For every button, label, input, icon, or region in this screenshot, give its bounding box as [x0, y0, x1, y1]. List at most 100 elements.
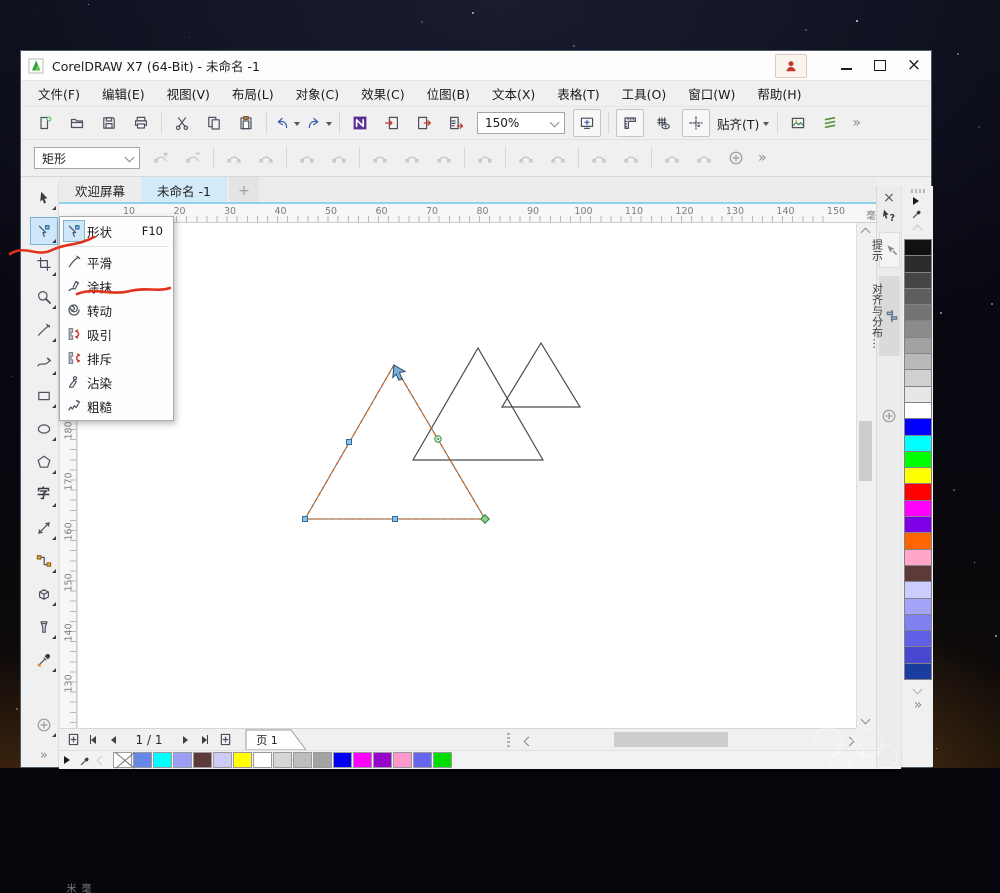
drawing-canvas[interactable]	[77, 223, 857, 728]
menu-item-3[interactable]: 布局(L)	[221, 80, 285, 107]
page-tab[interactable]: 页 1	[245, 729, 309, 751]
flyout-item-转动[interactable]: 转动	[60, 298, 173, 322]
open-folder-button[interactable]	[64, 110, 90, 136]
flyout-item-吸引[interactable]: 吸引	[60, 322, 173, 346]
triangle-3[interactable]	[502, 343, 580, 407]
tab-untitled-1[interactable]: 未命名 -1	[141, 177, 227, 204]
color-swatch-#7d00e6[interactable]	[904, 516, 932, 533]
app-launcher-button[interactable]	[817, 110, 843, 136]
add-tool-button[interactable]	[31, 712, 57, 738]
menu-item-6[interactable]: 位图(B)	[416, 80, 481, 107]
menu-item-1[interactable]: 编辑(E)	[91, 80, 156, 107]
toolbar-overflow-button[interactable]: »	[852, 115, 860, 131]
flyout-item-平滑[interactable]: 平滑	[60, 250, 173, 274]
show-rulers-button[interactable]	[616, 109, 644, 137]
show-grid-button[interactable]	[650, 110, 676, 136]
scroll-down-button[interactable]	[857, 712, 874, 728]
eyedropper-icon[interactable]	[911, 207, 924, 220]
color-swatch-#ffff00[interactable]	[904, 467, 932, 484]
selected-triangle[interactable]	[305, 365, 485, 519]
color-swatch-#ffffff[interactable]	[253, 752, 272, 768]
color-swatch-#ffff00[interactable]	[233, 752, 252, 768]
minimize-button[interactable]	[829, 51, 863, 80]
corel-connect-button[interactable]	[347, 110, 373, 136]
curve-node[interactable]	[303, 517, 308, 522]
menu-item-9[interactable]: 工具(O)	[611, 80, 678, 107]
flyout-item-沾染[interactable]: 沾染	[60, 370, 173, 394]
add-page-button[interactable]	[63, 731, 83, 749]
fullscreen-preview-button[interactable]	[573, 109, 601, 137]
color-swatch-#00dd00[interactable]	[433, 752, 452, 768]
title-bar[interactable]: CorelDRAW X7 (64-Bit) - 未命名 -1 ×	[21, 51, 931, 81]
color-swatch-#ff99cc[interactable]	[393, 752, 412, 768]
new-document-button[interactable]	[32, 110, 58, 136]
color-swatch-#00ff00[interactable]	[904, 451, 932, 468]
color-swatch-#2c2c2c[interactable]	[904, 255, 932, 272]
ellipse-tool[interactable]	[31, 416, 57, 442]
color-swatch-#4747cf[interactable]	[904, 646, 932, 663]
menu-item-11[interactable]: 帮助(H)	[746, 80, 812, 107]
menu-item-8[interactable]: 表格(T)	[546, 80, 610, 107]
color-swatch-#ccccf5[interactable]	[213, 752, 232, 768]
artistic-media-tool[interactable]	[31, 350, 57, 376]
last-page-button[interactable]	[195, 731, 215, 749]
pdf-export-button[interactable]	[443, 110, 469, 136]
color-swatch-#ff00ff[interactable]	[353, 752, 372, 768]
scroll-left-button[interactable]	[518, 732, 538, 750]
close-button[interactable]: ×	[897, 51, 931, 80]
color-swatch-#b9b9b9[interactable]	[904, 353, 932, 370]
color-swatch-#5c3a38[interactable]	[904, 565, 932, 582]
color-swatch-#9900cc[interactable]	[373, 752, 392, 768]
color-swatch-#ccccff[interactable]	[904, 581, 932, 598]
flyout-item-排斥[interactable]: 排斥	[60, 346, 173, 370]
color-swatch-#0000ff[interactable]	[904, 418, 932, 435]
docker-tab-align-distribute[interactable]: 对齐与分布…	[879, 276, 900, 356]
color-swatch-#a3a3a3[interactable]	[313, 752, 332, 768]
vertical-scroll-thumb[interactable]	[859, 421, 872, 481]
scroll-right-button[interactable]	[839, 732, 859, 750]
add-page-button-2[interactable]	[215, 731, 235, 749]
palette-flyout-arrow-icon[interactable]	[64, 756, 74, 764]
help-cursor-icon[interactable]: ?	[881, 208, 897, 224]
palette-scroll-left[interactable]	[97, 755, 107, 765]
paste-button[interactable]	[233, 110, 259, 136]
options-image-button[interactable]	[785, 110, 811, 136]
palette-grip-handle[interactable]	[911, 189, 925, 193]
rectangle-tool[interactable]	[31, 383, 57, 409]
export-button[interactable]	[411, 110, 437, 136]
save-button[interactable]	[96, 110, 122, 136]
color-swatch-#747474[interactable]	[904, 304, 932, 321]
palette-scroll-down[interactable]	[913, 685, 923, 695]
menu-item-7[interactable]: 文本(X)	[481, 80, 546, 107]
extrude-tool[interactable]	[31, 581, 57, 607]
connector-tool[interactable]	[31, 548, 57, 574]
palette-overflow-button[interactable]: »	[914, 697, 922, 713]
shape-tool[interactable]	[31, 218, 57, 244]
zoom-tool[interactable]	[31, 284, 57, 310]
color-swatch-#1a3c9e[interactable]	[904, 663, 932, 680]
color-swatch-#5d5d5d[interactable]	[904, 288, 932, 305]
dimension-tool[interactable]	[31, 515, 57, 541]
color-swatch-#ff6600[interactable]	[904, 532, 932, 549]
color-swatch-#8080f0[interactable]	[904, 614, 932, 631]
freehand-tool[interactable]	[31, 317, 57, 343]
color-swatch-#454545[interactable]	[904, 272, 932, 289]
color-swatch-#111111[interactable]	[904, 239, 932, 256]
previous-page-button[interactable]	[103, 731, 123, 749]
docker-tab-hints[interactable]: 提示	[879, 232, 900, 268]
preset-combo[interactable]: 矩形	[34, 147, 140, 169]
color-swatch-#0000f0[interactable]	[333, 752, 352, 768]
curve-node[interactable]	[393, 517, 398, 522]
color-swatch-#ffa6c9[interactable]	[904, 549, 932, 566]
new-tab-button[interactable]: +	[229, 177, 259, 204]
maximize-button[interactable]	[863, 51, 897, 80]
polygon-tool[interactable]	[31, 449, 57, 475]
color-swatch-#bdbdbd[interactable]	[293, 752, 312, 768]
flyout-item-粗糙[interactable]: 粗糙	[60, 394, 173, 418]
scroll-up-button[interactable]	[857, 223, 874, 239]
color-swatch-#a2a2a2[interactable]	[904, 337, 932, 354]
start-node[interactable]	[481, 515, 489, 523]
palette-scroll-up[interactable]	[913, 225, 923, 235]
eyedropper-icon[interactable]	[79, 754, 92, 767]
flyout-item-涂抹[interactable]: 涂抹	[60, 274, 173, 298]
